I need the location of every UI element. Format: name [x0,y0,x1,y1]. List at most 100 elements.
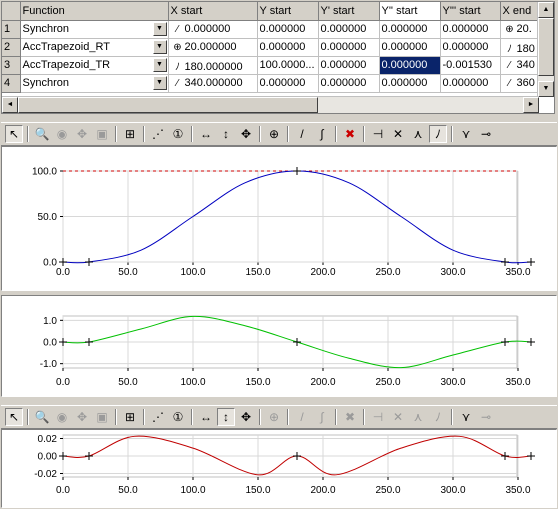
number-one-icon[interactable]: ① [169,408,187,426]
row-number[interactable]: 3 [2,56,21,75]
curve-select-icon[interactable]: ﾉ [429,408,447,426]
link-icon[interactable]: ⊸ [477,408,495,426]
grid-icon[interactable]: ⊞ [121,125,139,143]
y1-start-cell[interactable]: 0.000000 [318,20,380,39]
y3-start-cell[interactable]: -0.001530 [440,56,501,75]
y-start-cell[interactable]: 0.000000 [257,38,319,57]
y-start-cell[interactable]: 0.000000 [257,20,319,39]
column-header[interactable]: Y''' start [440,2,501,21]
pointer-icon[interactable]: ↖ [5,408,23,426]
y2-start-cell[interactable]: 0.000000 [379,56,441,75]
branch-icon[interactable]: ⋎ [457,125,475,143]
y2-start-cell[interactable]: 0.000000 [379,74,441,93]
delete-icon[interactable]: ✖ [341,125,359,143]
function-cell[interactable]: AccTrapezoid_TR ▼ [20,56,169,75]
move-icon[interactable]: ✥ [237,408,255,426]
scroll-down-button[interactable]: ▼ [538,81,554,97]
line-tool-icon[interactable]: / [293,125,311,143]
horizontal-arrow-icon[interactable]: ↔ [197,125,215,143]
scroll-thumb[interactable] [538,18,554,76]
function-cell[interactable]: Synchron ▼ [20,20,169,39]
x-start-cell[interactable]: ⁄ 340.000000 [168,74,258,93]
function-dropdown-button[interactable]: ▼ [152,57,167,72]
function-dropdown-button[interactable]: ▼ [152,39,167,54]
column-header[interactable]: Y'' start [379,2,441,21]
copy-icon[interactable]: ▣ [93,408,111,426]
number-one-icon[interactable]: ① [169,125,187,143]
move-icon[interactable]: ✥ [237,125,255,143]
y3-start-cell[interactable]: 0.000000 [440,38,501,57]
x-end-cell[interactable]: ⁄ 340 [500,56,543,75]
table-row[interactable]: 2 AccTrapezoid_RT ▼ ⊕ 20.000000 0.000000 0.000… [2,38,543,57]
pan-icon[interactable]: ✥ [73,125,91,143]
delete-icon[interactable]: ✖ [341,408,359,426]
y1-start-cell[interactable]: 0.000000 [318,74,380,93]
target-icon[interactable]: ⊕ [265,125,283,143]
function-cell[interactable]: AccTrapezoid_RT ▼ [20,38,169,57]
horizontal-arrow-icon[interactable]: ↔ [197,408,215,426]
vertical-arrow-icon[interactable]: ↕ [217,125,235,143]
pointer-icon[interactable]: ↖ [5,125,23,143]
curve-select-icon[interactable]: ﾉ [429,125,447,143]
scroll-thumb[interactable] [18,97,318,113]
zoom-icon[interactable]: 🔍 [33,408,51,426]
function-dropdown-button[interactable]: ▼ [152,21,167,36]
column-header[interactable]: Y start [257,2,319,21]
pan-icon[interactable]: ✥ [73,408,91,426]
zoom-all-icon[interactable]: ◉ [53,125,71,143]
vertical-arrow-icon[interactable]: ↕ [217,408,235,426]
column-header[interactable]: Y' start [318,2,380,21]
x-split-icon[interactable]: ✕ [389,125,407,143]
branch-icon[interactable]: ⋎ [457,408,475,426]
scroll-right-button[interactable]: ► [523,97,539,113]
row-number[interactable]: 2 [2,38,21,57]
function-dropdown-button[interactable]: ▼ [152,75,167,90]
y1-start-cell[interactable]: 0.000000 [318,56,380,75]
zoom-icon[interactable]: 🔍 [33,125,51,143]
curve-tool-icon[interactable]: ∫ [313,125,331,143]
x-end-cell[interactable]: ⊕ 20. [500,20,543,39]
horizontal-scrollbar[interactable]: ◄ ► [2,96,539,113]
fork-icon[interactable]: ⋏ [409,125,427,143]
x-start-cell[interactable]: ⁄ 0.000000 [168,20,258,39]
target-icon[interactable]: ⊕ [265,408,283,426]
horizontal-split-icon[interactable]: ⊣ [369,408,387,426]
row-number[interactable]: 4 [2,74,21,93]
cam-table[interactable]: Function X start Y start Y' start Y'' st… [1,1,555,114]
row-number[interactable]: 1 [2,20,21,39]
line-tool-icon[interactable]: / [293,408,311,426]
function-cell[interactable]: Synchron ▼ [20,74,169,93]
horizontal-split-icon[interactable]: ⊣ [369,125,387,143]
column-header[interactable]: X start [168,2,258,21]
table-row[interactable]: 3 AccTrapezoid_TR ▼ ﾉ 180.000000 100.0000... 0… [2,56,543,75]
y3-start-cell[interactable]: 0.000000 [440,20,501,39]
copy-icon[interactable]: ▣ [93,125,111,143]
column-header[interactable]: Function [20,2,169,21]
curve-tool-icon[interactable]: ∫ [313,408,331,426]
y1-start-cell[interactable]: 0.000000 [318,38,380,57]
zoom-all-icon[interactable]: ◉ [53,408,71,426]
y3-start-cell[interactable]: 0.000000 [440,74,501,93]
x-split-icon[interactable]: ✕ [389,408,407,426]
x-start-cell[interactable]: ⊕ 20.000000 [168,38,258,57]
segment-icon[interactable]: ⋰ [149,125,167,143]
scroll-left-button[interactable]: ◄ [2,97,18,113]
x-end-cell[interactable]: ﾉ 180 [500,38,543,57]
y-start-cell[interactable]: 100.0000... [257,56,319,75]
y2-start-cell[interactable]: 0.000000 [379,20,441,39]
scroll-up-button[interactable]: ▲ [538,2,554,18]
acceleration-plot[interactable]: 0.0 50.0 100.0 150.0 200.0 250.0 300.0 350.0 0.0… [1,429,557,508]
table-row[interactable]: 1 Synchron ▼ ⁄ 0.000000 0.000000 0.000000 0.000… [2,20,543,39]
x-start-cell[interactable]: ﾉ 180.000000 [168,56,258,75]
x-end-cell[interactable]: ⁄ 360 [500,74,543,93]
table-row[interactable]: 4 Synchron ▼ ⁄ 340.000000 0.000000 0.000000 0.0… [2,74,543,93]
vertical-scrollbar[interactable]: ▲ ▼ [537,2,554,97]
grid-icon[interactable]: ⊞ [121,408,139,426]
column-header[interactable]: X end [500,2,543,21]
position-plot[interactable]: 0.0 50.0 100.0 150.0 200.0 250.0 300.0 350.0 0.0… [1,146,557,291]
y2-start-cell[interactable]: 0.000000 [379,38,441,57]
link-icon[interactable]: ⊸ [477,125,495,143]
fork-icon[interactable]: ⋏ [409,408,427,426]
velocity-plot[interactable]: 0.0 50.0 100.0 150.0 200.0 250.0 300.0 350.0 1.0… [1,295,557,397]
segment-icon[interactable]: ⋰ [149,408,167,426]
